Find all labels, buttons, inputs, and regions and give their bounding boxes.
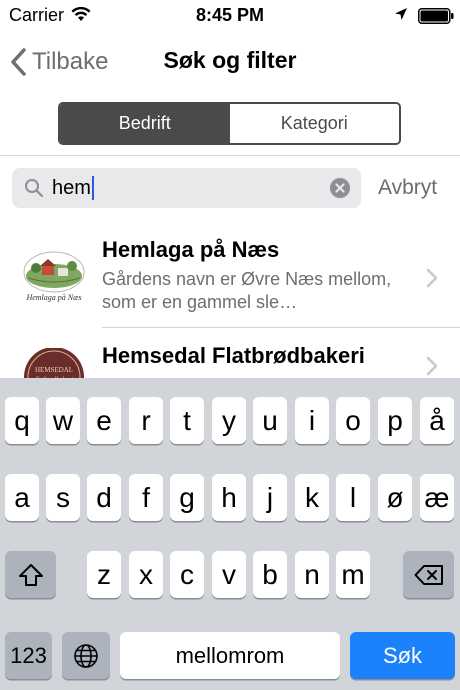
key-d[interactable]: d (87, 474, 121, 521)
key-r[interactable]: r (129, 397, 163, 444)
text-cursor (91, 176, 94, 200)
key-e[interactable]: e (87, 397, 121, 444)
keyboard: q w e r t y u i o p å a s d f g h j k l … (0, 378, 460, 690)
search-field[interactable]: hem (12, 168, 361, 208)
key-z[interactable]: z (87, 551, 121, 598)
result-subtitle: Gårdens navn er Øvre Næs mellom, som er … (102, 269, 392, 312)
logo-text: HEMSEDAL (35, 366, 73, 374)
cancel-button[interactable]: Avbryt (378, 176, 437, 200)
key-f[interactable]: f (129, 474, 163, 521)
key-oe[interactable]: ø (378, 474, 412, 521)
key-j[interactable]: j (253, 474, 287, 521)
numbers-key[interactable]: 123 (5, 632, 52, 679)
clear-icon[interactable] (330, 178, 350, 203)
divider (0, 155, 460, 156)
key-x[interactable]: x (129, 551, 163, 598)
segment-kategori[interactable]: Kategori (229, 104, 399, 143)
space-key[interactable]: mellomrom (120, 632, 340, 679)
key-ae[interactable]: æ (420, 474, 454, 521)
key-g[interactable]: g (170, 474, 204, 521)
key-q[interactable]: q (5, 397, 39, 444)
segment-bedrift[interactable]: Bedrift (60, 104, 230, 143)
key-v[interactable]: v (212, 551, 246, 598)
clock-label: 8:45 PM (195, 5, 265, 25)
shift-key[interactable] (5, 551, 56, 598)
search-icon (24, 178, 44, 203)
status-bar: Carrier 8:45 PM (0, 0, 460, 32)
result-title: Hemsedal Flatbrødbakeri (102, 343, 365, 368)
page-title: Søk og filter (163, 47, 297, 73)
key-b[interactable]: b (253, 551, 287, 598)
key-aa[interactable]: å (420, 397, 454, 444)
row-separator (102, 327, 460, 328)
key-u[interactable]: u (253, 397, 287, 444)
battery-icon (418, 8, 454, 29)
navigation-bar: Tilbake Søk og filter (0, 32, 460, 92)
key-s[interactable]: s (46, 474, 80, 521)
key-k[interactable]: k (295, 474, 329, 521)
search-input[interactable]: hem (52, 168, 94, 208)
chevron-right-icon (426, 268, 438, 293)
key-a[interactable]: a (5, 474, 39, 521)
key-h[interactable]: h (212, 474, 246, 521)
key-i[interactable]: i (295, 397, 329, 444)
segmented-control: Bedrift Kategori (58, 102, 401, 145)
location-arrow-icon (394, 7, 408, 26)
backspace-key[interactable] (403, 551, 454, 598)
key-w[interactable]: w (46, 397, 80, 444)
globe-key[interactable] (62, 632, 110, 679)
shift-icon (18, 563, 43, 586)
key-y[interactable]: y (212, 397, 246, 444)
company-logo: Hemlaga på Næs (22, 248, 86, 306)
key-n[interactable]: n (295, 551, 329, 598)
key-o[interactable]: o (336, 397, 370, 444)
search-input-text: hem (52, 177, 91, 199)
list-item[interactable]: Hemlaga på Næs Hemlaga på Næs Gårdens na… (0, 230, 460, 327)
key-l[interactable]: l (336, 474, 370, 521)
key-t[interactable]: t (170, 397, 204, 444)
result-title: Hemlaga på Næs (102, 237, 280, 262)
logo-text: Hemlaga på Næs (25, 293, 81, 302)
search-return-key[interactable]: Søk (350, 632, 455, 679)
key-m[interactable]: m (336, 551, 370, 598)
globe-icon (74, 643, 98, 668)
key-c[interactable]: c (170, 551, 204, 598)
key-p[interactable]: p (378, 397, 412, 444)
backspace-icon (414, 564, 443, 585)
